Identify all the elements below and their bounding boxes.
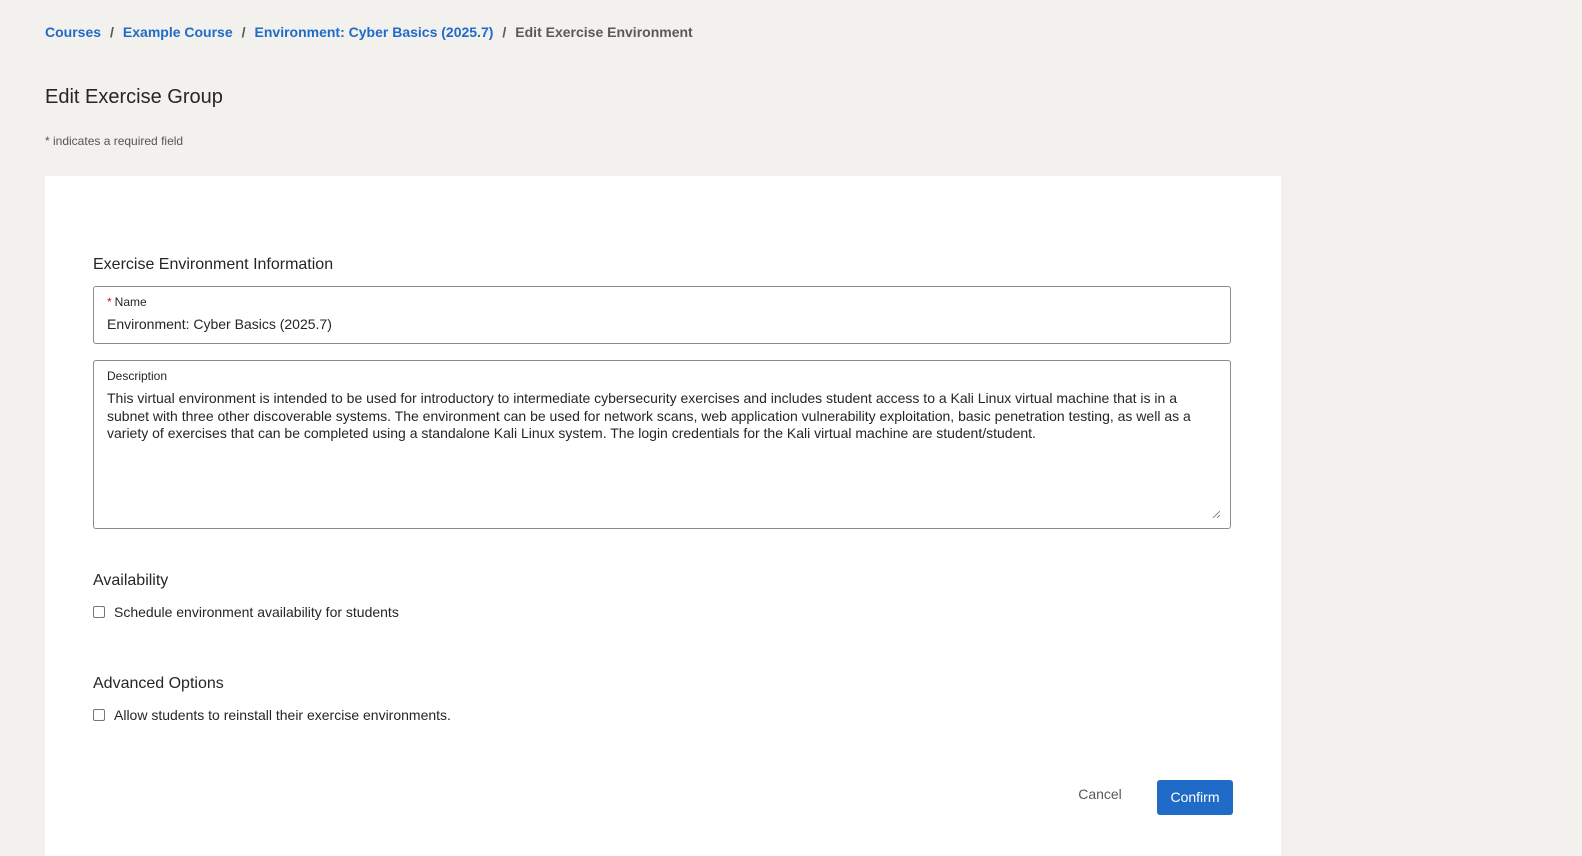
breadcrumb-current: Edit Exercise Environment (515, 24, 693, 40)
name-label-text: Name (114, 295, 147, 309)
reinstall-checkbox[interactable] (93, 709, 105, 721)
page-title: Edit Exercise Group (45, 86, 223, 108)
reinstall-checkbox-label: Allow students to reinstall their exerci… (114, 707, 451, 723)
required-marker: * (107, 295, 112, 309)
name-input[interactable]: Environment: Cyber Basics (2025.7) (107, 316, 332, 332)
info-section-heading: Exercise Environment Information (93, 256, 334, 273)
description-field-label: Description (107, 369, 168, 383)
required-field-note: * indicates a required field (45, 134, 184, 148)
description-field[interactable]: Description This virtual environment is … (93, 360, 1231, 529)
breadcrumb-link-course[interactable]: Example Course (123, 24, 233, 40)
breadcrumb-separator: / (241, 24, 246, 40)
name-field-label: * Name (107, 295, 147, 309)
advanced-section-heading: Advanced Options (93, 675, 224, 692)
breadcrumb-link-courses[interactable]: Courses (45, 24, 101, 40)
cancel-button[interactable]: Cancel (1069, 779, 1131, 809)
form-card: Exercise Environment Information * Name E… (45, 176, 1281, 856)
name-field[interactable]: * Name Environment: Cyber Basics (2025.7) (93, 286, 1231, 344)
availability-checkbox[interactable] (93, 606, 105, 618)
breadcrumb-separator: / (110, 24, 114, 40)
reinstall-checkbox-row[interactable]: Allow students to reinstall their exerci… (93, 707, 451, 723)
description-textarea[interactable]: This virtual environment is intended to … (107, 390, 1207, 443)
breadcrumb-link-environment[interactable]: Environment: Cyber Basics (2025.7) (255, 24, 494, 40)
availability-checkbox-row[interactable]: Schedule environment availability for st… (93, 604, 399, 620)
availability-checkbox-label: Schedule environment availability for st… (114, 604, 399, 620)
confirm-button[interactable]: Confirm (1157, 780, 1233, 815)
resize-handle-icon[interactable] (1212, 510, 1220, 518)
breadcrumb-separator: / (502, 24, 507, 40)
availability-section-heading: Availability (93, 572, 169, 589)
breadcrumb: Courses / Example Course / Environment: … (45, 24, 693, 40)
